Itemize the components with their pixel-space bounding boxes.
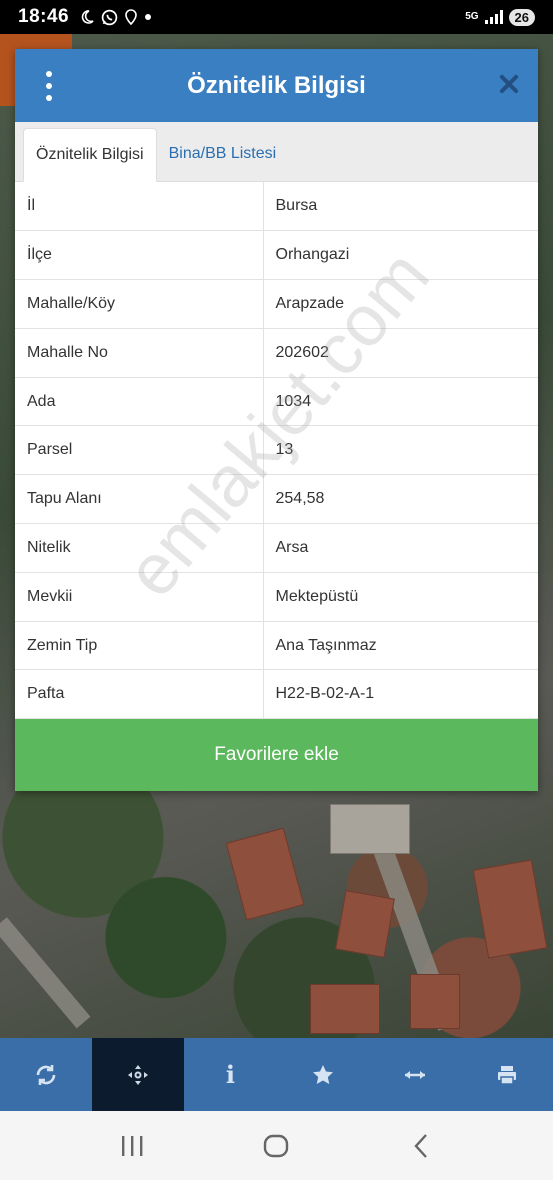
print-icon[interactable]	[461, 1038, 553, 1111]
table-row: İl Bursa	[15, 182, 538, 232]
map-building	[472, 859, 548, 959]
attribute-value: Bursa	[263, 182, 538, 232]
attribute-key: Mevkii	[15, 572, 264, 622]
map-toolbar: i	[0, 1038, 553, 1111]
attribute-key: Tapu Alanı	[15, 474, 264, 525]
dialog-tabs: Öznitelik Bilgisi Bina/BB Listesi	[15, 122, 538, 182]
system-nav-bar	[0, 1111, 553, 1180]
attribute-value: 13	[263, 425, 538, 476]
measure-icon[interactable]	[369, 1038, 461, 1111]
table-row: Tapu Alanı 254,58	[15, 474, 538, 525]
attribute-value: Orhangazi	[263, 230, 538, 281]
map-road	[0, 917, 91, 1029]
attribute-key: Parsel	[15, 425, 264, 476]
attribute-value: 202602	[263, 328, 538, 378]
battery-indicator: 26	[508, 8, 535, 26]
attribute-table: İl Bursa İlçe Orhangazi Mahalle/Köy Arapzade M…	[15, 182, 538, 720]
attribute-value: Arsa	[263, 523, 538, 573]
more-vert-icon[interactable]	[43, 71, 55, 101]
close-icon[interactable]	[498, 73, 520, 95]
map-building	[310, 984, 380, 1034]
whatsapp-icon	[101, 9, 118, 25]
signal-icon	[484, 10, 503, 24]
table-row: Mahalle No 202602	[15, 328, 538, 378]
attribute-value: H22-B-02-A-1	[263, 669, 538, 720]
attribute-key: Nitelik	[15, 523, 264, 573]
dot-icon	[145, 14, 152, 20]
map-building	[225, 827, 305, 921]
attribute-key: Pafta	[15, 669, 264, 720]
table-row: Mevkii Mektepüstü	[15, 572, 538, 622]
map-building	[330, 804, 410, 854]
attribute-key: İl	[15, 182, 264, 232]
attribute-value: Mektepüstü	[263, 572, 538, 622]
table-row: Mahalle/Köy Arapzade	[15, 279, 538, 329]
attribute-value: Arapzade	[263, 279, 538, 329]
network-label: 5G	[465, 11, 479, 22]
tab-attribute-info[interactable]: Öznitelik Bilgisi	[23, 128, 157, 182]
table-row: İlçe Orhangazi	[15, 230, 538, 281]
info-icon[interactable]: i	[184, 1038, 276, 1111]
status-right: 5G 26	[465, 8, 535, 26]
home-button[interactable]	[256, 1126, 296, 1166]
dialog-header: Öznitelik Bilgisi	[15, 49, 538, 122]
map-building	[335, 890, 395, 958]
star-icon[interactable]	[277, 1038, 369, 1111]
move-icon[interactable]	[92, 1038, 185, 1111]
refresh-icon[interactable]	[0, 1038, 92, 1111]
location-icon	[125, 9, 137, 25]
attribute-dialog: Öznitelik Bilgisi Öznitelik Bilgisi Bina…	[15, 49, 538, 791]
attribute-value: 1034	[263, 377, 538, 427]
attribute-key: Mahalle/Köy	[15, 279, 264, 329]
map-building	[410, 974, 460, 1029]
add-favorite-button[interactable]: Favorilere ekle	[15, 719, 538, 791]
table-row: Nitelik Arsa	[15, 523, 538, 573]
attribute-key: Zemin Tip	[15, 621, 264, 671]
attribute-key: Ada	[15, 377, 264, 427]
status-bar: 18:46 5G 26	[0, 0, 553, 34]
table-row: Pafta H22-B-02-A-1	[15, 669, 538, 720]
attribute-value: 254,58	[263, 474, 538, 525]
attribute-key: İlçe	[15, 230, 264, 281]
table-row: Parsel 13	[15, 425, 538, 476]
moon-icon	[81, 10, 94, 24]
recent-apps-button[interactable]	[112, 1126, 152, 1166]
attribute-key: Mahalle No	[15, 328, 264, 378]
table-row: Zemin Tip Ana Taşınmaz	[15, 621, 538, 671]
status-notification-icons	[79, 9, 152, 26]
back-button[interactable]	[401, 1126, 441, 1166]
table-row: Ada 1034	[15, 377, 538, 427]
dialog-title: Öznitelik Bilgisi	[187, 71, 366, 99]
attribute-value: Ana Taşınmaz	[263, 621, 538, 671]
tab-building-list[interactable]: Bina/BB Listesi	[157, 127, 289, 181]
status-time: 18:46	[18, 6, 70, 27]
